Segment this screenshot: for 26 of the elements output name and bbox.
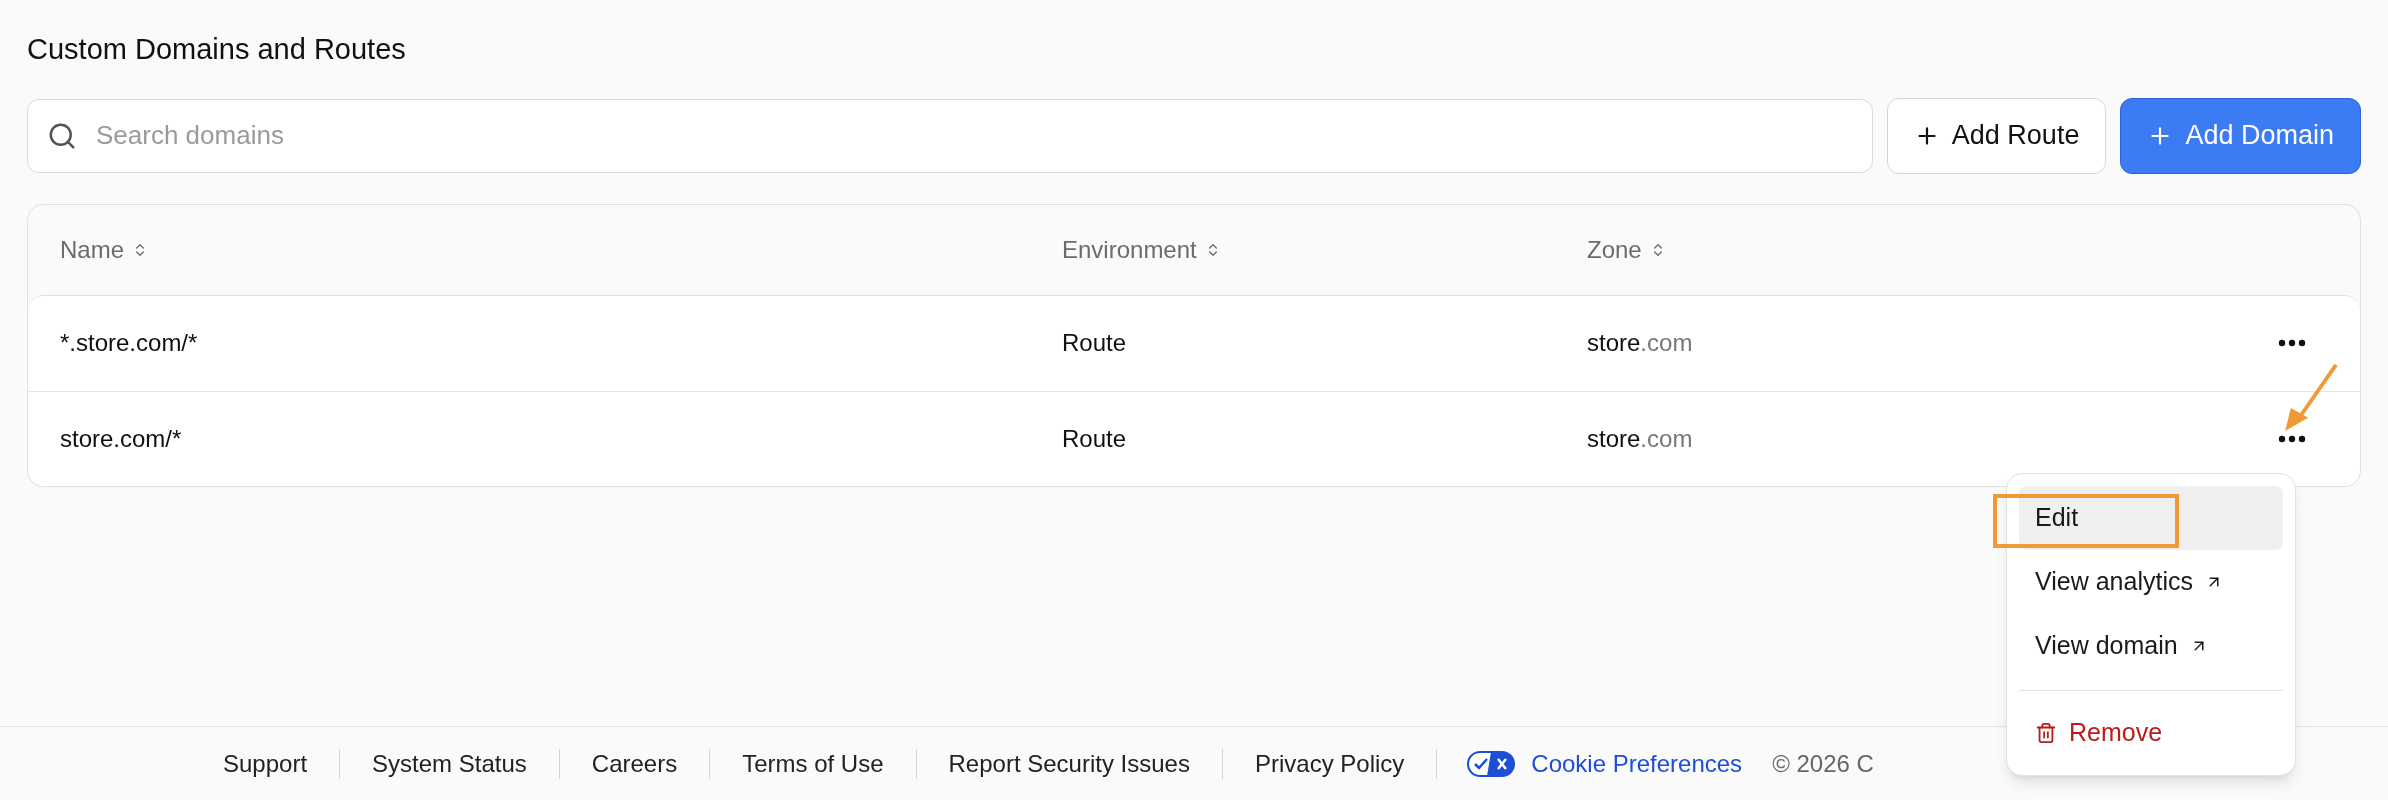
search-field[interactable]: Search domains bbox=[27, 98, 1873, 173]
table-cell: *.store.com/* bbox=[60, 329, 198, 356]
table-cell: store.com bbox=[1587, 329, 1693, 356]
page-title: Custom Domains and Routes bbox=[27, 32, 407, 67]
more-options-button[interactable] bbox=[2278, 339, 2306, 347]
footer-link[interactable]: Support bbox=[223, 745, 308, 782]
cookie-preferences-link[interactable]: Cookie Preferences bbox=[1531, 745, 1743, 782]
table-cell: Route bbox=[1062, 424, 1127, 452]
add-route-button[interactable]: Add Route bbox=[1886, 97, 2107, 174]
more-options-button[interactable] bbox=[2278, 434, 2306, 443]
copyright-text: © 2026 C bbox=[1772, 748, 1874, 779]
footer-link[interactable]: System Status bbox=[372, 745, 527, 782]
footer-link[interactable]: Report Security Issues bbox=[948, 745, 1190, 782]
footer-link[interactable]: Careers bbox=[591, 745, 678, 782]
footer-link[interactable]: Terms of Use bbox=[742, 745, 884, 782]
footer-link[interactable]: Privacy Policy bbox=[1254, 745, 1405, 782]
column-header[interactable]: Zone bbox=[1587, 231, 1666, 268]
table-cell: store.com bbox=[1587, 424, 1693, 452]
table-cell: store.com/* bbox=[60, 424, 182, 452]
menu-item[interactable]: Edit bbox=[2019, 486, 2283, 550]
add-domain-button[interactable]: Add Domain bbox=[2120, 97, 2361, 174]
column-header[interactable]: Name bbox=[60, 231, 149, 268]
trash-icon bbox=[2035, 722, 2057, 744]
toggle-icon bbox=[1467, 750, 1516, 777]
column-header[interactable]: Environment bbox=[1062, 231, 1221, 268]
table-cell: Route bbox=[1062, 329, 1127, 356]
